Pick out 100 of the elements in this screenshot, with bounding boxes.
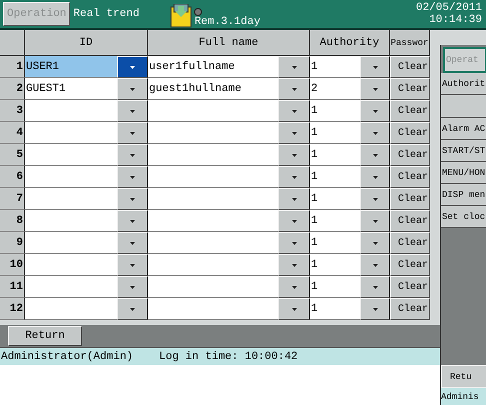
authority-field[interactable]: 1 [310, 166, 360, 188]
authority-field[interactable]: 1 [310, 276, 360, 298]
dropdown-button[interactable] [360, 298, 390, 320]
authority-field[interactable]: 1 [310, 144, 360, 166]
dropdown-button[interactable] [278, 56, 310, 78]
dropdown-button[interactable] [278, 144, 310, 166]
dropdown-button[interactable] [360, 78, 390, 100]
menu-item[interactable]: DISP men [441, 184, 486, 206]
dropdown-button[interactable] [117, 210, 148, 232]
login-time: Log in time: 10:00:42 [159, 350, 298, 362]
full-name-field[interactable] [148, 210, 278, 232]
dropdown-button[interactable] [360, 100, 390, 122]
dropdown-button[interactable] [117, 166, 148, 188]
dropdown-button[interactable] [278, 276, 310, 298]
authority-field[interactable]: 2 [310, 78, 360, 100]
dropdown-button[interactable] [360, 56, 390, 78]
dropdown-button[interactable] [360, 254, 390, 276]
clear-button[interactable]: Clear [390, 254, 430, 276]
dropdown-button[interactable] [117, 56, 148, 78]
clear-button[interactable]: Clear [390, 298, 430, 320]
dropdown-button[interactable] [117, 100, 148, 122]
id-field[interactable] [25, 122, 117, 144]
dropdown-button[interactable] [278, 298, 310, 320]
id-field[interactable] [25, 232, 117, 254]
clear-button[interactable]: Clear [390, 100, 430, 122]
menu-item[interactable]: Authorit [441, 73, 486, 95]
return-button[interactable]: Retu [441, 365, 486, 388]
dropdown-button[interactable] [278, 210, 310, 232]
caret-icon [130, 286, 135, 288]
full-name-field[interactable]: guest1hullname [148, 78, 278, 100]
full-name-field[interactable] [148, 276, 278, 298]
dropdown-button[interactable] [117, 232, 148, 254]
clear-button[interactable]: Clear [390, 210, 430, 232]
dropdown-button[interactable] [117, 276, 148, 298]
caret-icon [372, 176, 378, 178]
id-field[interactable]: GUEST1 [25, 78, 117, 100]
dropdown-button[interactable] [278, 232, 310, 254]
clear-button[interactable]: Clear [390, 188, 430, 210]
dropdown-button[interactable] [360, 144, 390, 166]
dropdown-button[interactable] [360, 210, 390, 232]
authority-field[interactable]: 1 [310, 210, 360, 232]
id-field[interactable] [25, 276, 117, 298]
caret-icon [130, 110, 135, 112]
clear-button[interactable]: Clear [390, 56, 430, 78]
dropdown-button[interactable] [360, 188, 390, 210]
dropdown-button[interactable] [278, 78, 310, 100]
menu-item[interactable]: MENU/HON [441, 162, 486, 184]
dropdown-button[interactable] [278, 254, 310, 276]
dropdown-button[interactable] [117, 188, 148, 210]
clear-button[interactable]: Clear [390, 232, 430, 254]
dropdown-button[interactable] [117, 298, 148, 320]
menu-item[interactable]: Set cloc [441, 206, 486, 228]
authority-field[interactable]: 1 [310, 254, 360, 276]
dropdown-button[interactable] [360, 122, 390, 144]
full-name-field[interactable] [148, 232, 278, 254]
dropdown-button[interactable] [278, 100, 310, 122]
id-field[interactable] [25, 210, 117, 232]
clear-button[interactable]: Clear [390, 122, 430, 144]
authority-field[interactable]: 1 [310, 100, 360, 122]
authority-field[interactable]: 1 [310, 122, 360, 144]
clear-button[interactable]: Clear [390, 166, 430, 188]
caret-icon [372, 132, 378, 134]
full-name-field[interactable] [148, 100, 278, 122]
id-field[interactable] [25, 144, 117, 166]
authority-field[interactable]: 1 [310, 56, 360, 78]
dropdown-button[interactable] [278, 188, 310, 210]
authority-field[interactable]: 1 [310, 188, 360, 210]
dropdown-button[interactable] [278, 122, 310, 144]
id-field[interactable] [25, 166, 117, 188]
dropdown-button[interactable] [117, 254, 148, 276]
caret-icon [372, 286, 378, 288]
dropdown-button[interactable] [117, 78, 148, 100]
full-name-field[interactable] [148, 188, 278, 210]
authority-field[interactable]: 1 [310, 298, 360, 320]
id-field[interactable] [25, 100, 117, 122]
full-name-field[interactable]: user1fullname [148, 56, 278, 78]
full-name-field[interactable] [148, 144, 278, 166]
full-name-field[interactable] [148, 298, 278, 320]
id-field[interactable] [25, 188, 117, 210]
authority-field[interactable]: 1 [310, 232, 360, 254]
dropdown-button[interactable] [360, 276, 390, 298]
dropdown-button[interactable] [117, 144, 148, 166]
return-button[interactable]: Return [8, 326, 82, 346]
full-name-field[interactable] [148, 254, 278, 276]
dropdown-button[interactable] [360, 232, 390, 254]
dropdown-button[interactable] [278, 166, 310, 188]
id-field[interactable]: USER1 [25, 56, 117, 78]
dropdown-button[interactable] [360, 166, 390, 188]
menu-item[interactable]: START/ST [441, 140, 486, 162]
dropdown-button[interactable] [117, 122, 148, 144]
id-field[interactable] [25, 298, 117, 320]
full-name-field[interactable] [148, 122, 278, 144]
clear-button[interactable]: Clear [390, 144, 430, 166]
clear-button[interactable]: Clear [390, 276, 430, 298]
clear-button[interactable]: Clear [390, 78, 430, 100]
id-field[interactable] [25, 254, 117, 276]
full-name-field[interactable] [148, 166, 278, 188]
menu-item[interactable]: Alarm AC [441, 118, 486, 140]
caret-icon [130, 264, 135, 266]
row-number: 4 [0, 122, 25, 144]
